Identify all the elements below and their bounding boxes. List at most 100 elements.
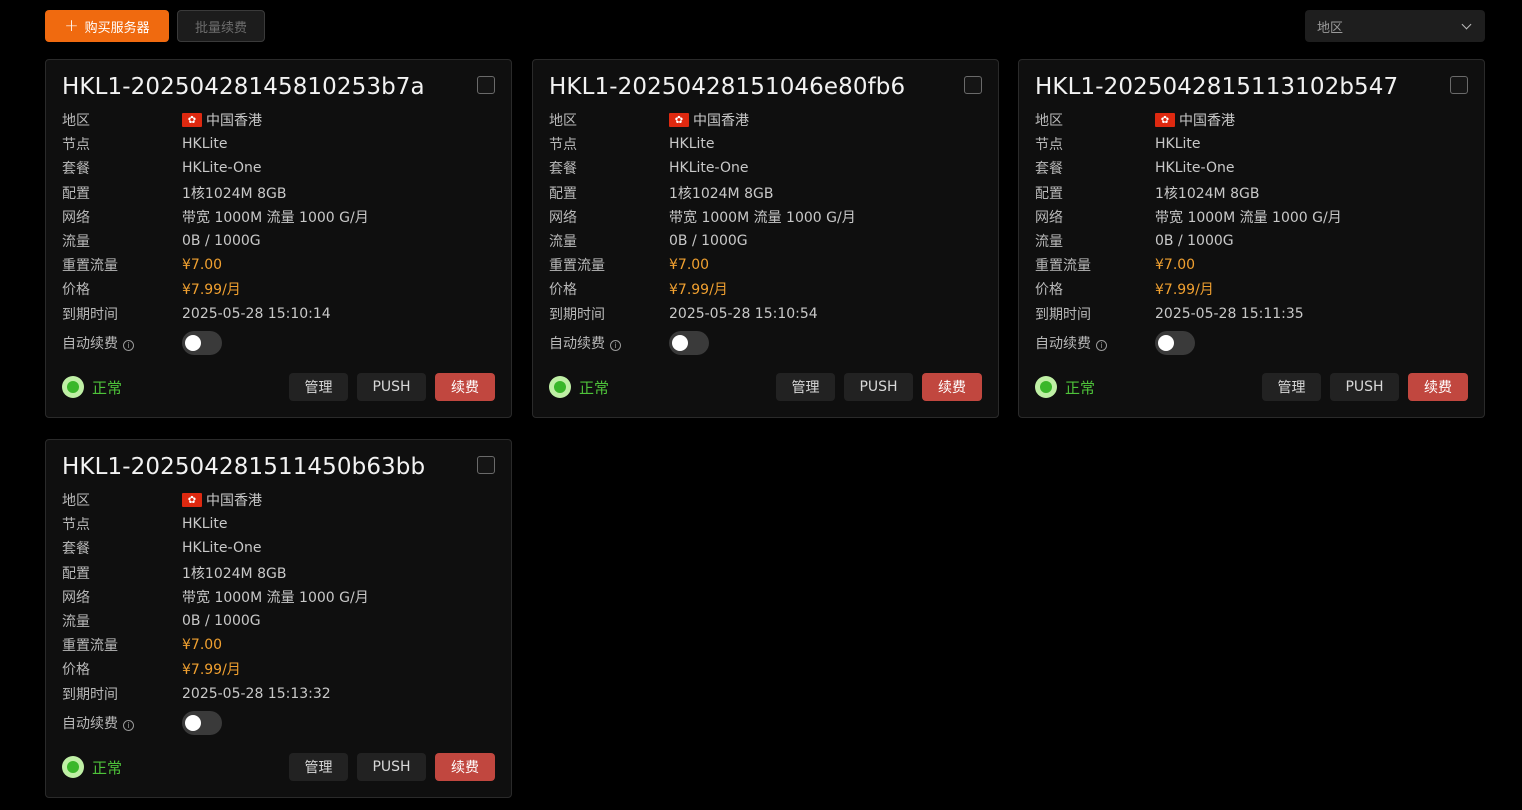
server-select-checkbox[interactable] xyxy=(1450,76,1468,94)
toggle-knob xyxy=(185,714,201,731)
detail-row-expire: 到期时间 2025-05-28 15:11:35 xyxy=(1035,302,1468,326)
detail-row-traffic: 流量 0B / 1000G xyxy=(62,229,495,253)
renew-button[interactable]: 续费 xyxy=(1408,373,1468,401)
card-actions: 管理 PUSH 续费 xyxy=(289,753,495,781)
detail-value-network: 带宽 1000M 流量 1000 G/月 xyxy=(1155,207,1342,227)
info-icon[interactable]: i xyxy=(123,339,134,351)
detail-value-price: ¥7.99/月 xyxy=(1155,279,1214,299)
server-select-checkbox[interactable] xyxy=(477,76,495,94)
card-actions: 管理 PUSH 续费 xyxy=(776,373,982,401)
detail-label: 流量 xyxy=(62,614,90,631)
detail-label: 套餐 xyxy=(1035,161,1063,178)
manage-button[interactable]: 管理 xyxy=(776,373,835,401)
detail-value-text: 0B / 1000G xyxy=(182,233,261,250)
detail-row-price: 价格 ¥7.99/月 xyxy=(549,277,982,301)
detail-value-config: 1核1024M 8GB xyxy=(669,183,773,203)
detail-value-text: 中国香港 xyxy=(1179,113,1235,130)
detail-row-traffic: 流量 0B / 1000G xyxy=(62,609,495,633)
status-text: 正常 xyxy=(1065,378,1096,397)
push-button[interactable]: PUSH xyxy=(357,373,426,401)
server-card: HKL1-20250428151046e80fb6 地区 ✿ 中国香港 节点 HKLite… xyxy=(532,59,999,418)
detail-value-text: 0B / 1000G xyxy=(669,233,748,250)
renew-button[interactable]: 续费 xyxy=(435,753,495,781)
detail-value-expire: 2025-05-28 15:10:14 xyxy=(182,306,331,322)
push-button[interactable]: PUSH xyxy=(1330,373,1399,401)
detail-value-text: ¥7.00 xyxy=(182,637,223,654)
detail-row-price: 价格 ¥7.99/月 xyxy=(62,277,495,301)
detail-value-config: 1核1024M 8GB xyxy=(1155,183,1259,203)
renew-button[interactable]: 续费 xyxy=(922,373,982,401)
push-button[interactable]: PUSH xyxy=(357,753,426,781)
detail-label: 套餐 xyxy=(62,541,90,558)
detail-value-text: 中国香港 xyxy=(206,493,262,510)
server-card: HKL1-2025042815113102b547 地区 ✿ 中国香港 节点 HKLite… xyxy=(1018,59,1485,418)
plus-icon: + xyxy=(64,15,79,36)
server-select-checkbox[interactable] xyxy=(964,76,982,94)
detail-value-text: HKLite-One xyxy=(182,160,262,177)
batch-renew-button[interactable]: 批量续费 xyxy=(177,10,265,42)
detail-row-plan: 套餐 HKLite-One xyxy=(549,156,982,180)
card-footer: 正常 管理 PUSH 续费 xyxy=(1035,373,1468,401)
detail-row-config: 配置 1核1024M 8GB xyxy=(549,181,982,205)
status-dot-icon xyxy=(1035,376,1057,398)
detail-value-text: ¥7.99/月 xyxy=(182,282,241,299)
auto-renew-toggle[interactable] xyxy=(182,330,222,355)
manage-button[interactable]: 管理 xyxy=(289,373,348,401)
push-button[interactable]: PUSH xyxy=(844,373,913,401)
region-select[interactable]: 地区 xyxy=(1305,10,1485,42)
detail-label: 到期时间 xyxy=(549,306,605,323)
info-icon[interactable]: i xyxy=(1096,339,1107,351)
detail-value-text: 2025-05-28 15:11:35 xyxy=(1155,305,1304,322)
renew-button[interactable]: 续费 xyxy=(435,373,495,401)
detail-value-text: HKLite xyxy=(182,516,228,533)
detail-label: 价格 xyxy=(1035,282,1063,299)
status-text: 正常 xyxy=(92,758,123,777)
detail-label: 节点 xyxy=(62,137,90,154)
detail-label: 流量 xyxy=(549,234,577,251)
auto-renew-label: 自动续费 xyxy=(1035,335,1091,352)
detail-row-node: 节点 HKLite xyxy=(549,132,982,156)
batch-renew-label: 批量续费 xyxy=(194,20,247,36)
auto-renew-toggle[interactable] xyxy=(669,330,709,355)
detail-value-traffic: 0B / 1000G xyxy=(182,613,261,629)
detail-value-plan: HKLite-One xyxy=(182,160,261,176)
detail-value-reset-traffic: ¥7.00 xyxy=(669,257,709,273)
detail-value-node: HKLite xyxy=(1155,136,1201,152)
auto-renew-label: 自动续费 xyxy=(62,715,118,732)
server-select-checkbox[interactable] xyxy=(477,456,495,474)
detail-row-network: 网络 带宽 1000M 流量 1000 G/月 xyxy=(62,585,495,609)
detail-value-price: ¥7.99/月 xyxy=(182,659,241,679)
detail-row-config: 配置 1核1024M 8GB xyxy=(1035,181,1468,205)
detail-row-auto-renew: 自动续费 i xyxy=(1035,327,1468,359)
detail-value-text: 中国香港 xyxy=(693,113,749,130)
card-actions: 管理 PUSH 续费 xyxy=(1262,373,1468,401)
detail-row-node: 节点 HKLite xyxy=(62,512,495,536)
detail-value-region: ✿ 中国香港 xyxy=(182,110,262,130)
info-icon[interactable]: i xyxy=(123,719,134,731)
manage-button[interactable]: 管理 xyxy=(289,753,348,781)
detail-value-expire: 2025-05-28 15:11:35 xyxy=(1155,306,1304,322)
detail-value-config: 1核1024M 8GB xyxy=(182,183,286,203)
detail-label: 套餐 xyxy=(62,161,90,178)
auto-renew-toggle[interactable] xyxy=(1155,330,1195,355)
detail-row-reset-traffic: 重置流量 ¥7.00 xyxy=(549,253,982,277)
detail-value-text: 1核1024M 8GB xyxy=(1155,185,1260,202)
detail-value-reset-traffic: ¥7.00 xyxy=(182,637,222,653)
server-card: HKL1-202504281511450b63bb 地区 ✿ 中国香港 节点 HKLite… xyxy=(45,439,512,798)
detail-label: 流量 xyxy=(62,234,90,251)
manage-button[interactable]: 管理 xyxy=(1262,373,1321,401)
detail-value-text: ¥7.00 xyxy=(182,257,223,274)
chevron-down-icon xyxy=(1461,19,1472,29)
detail-value-text: 带宽 1000M 流量 1000 G/月 xyxy=(669,209,856,226)
detail-label: 重置流量 xyxy=(62,258,118,275)
toggle-knob xyxy=(185,334,201,351)
detail-row-price: 价格 ¥7.99/月 xyxy=(1035,277,1468,301)
detail-label: 配置 xyxy=(549,185,577,202)
buy-server-button[interactable]: + 购买服务器 xyxy=(45,10,169,42)
auto-renew-toggle[interactable] xyxy=(182,710,222,735)
detail-row-reset-traffic: 重置流量 ¥7.00 xyxy=(62,633,495,657)
detail-value-text: 1核1024M 8GB xyxy=(182,565,287,582)
detail-label: 配置 xyxy=(1035,185,1063,202)
info-icon[interactable]: i xyxy=(610,339,621,351)
toggle-knob xyxy=(1158,334,1174,351)
